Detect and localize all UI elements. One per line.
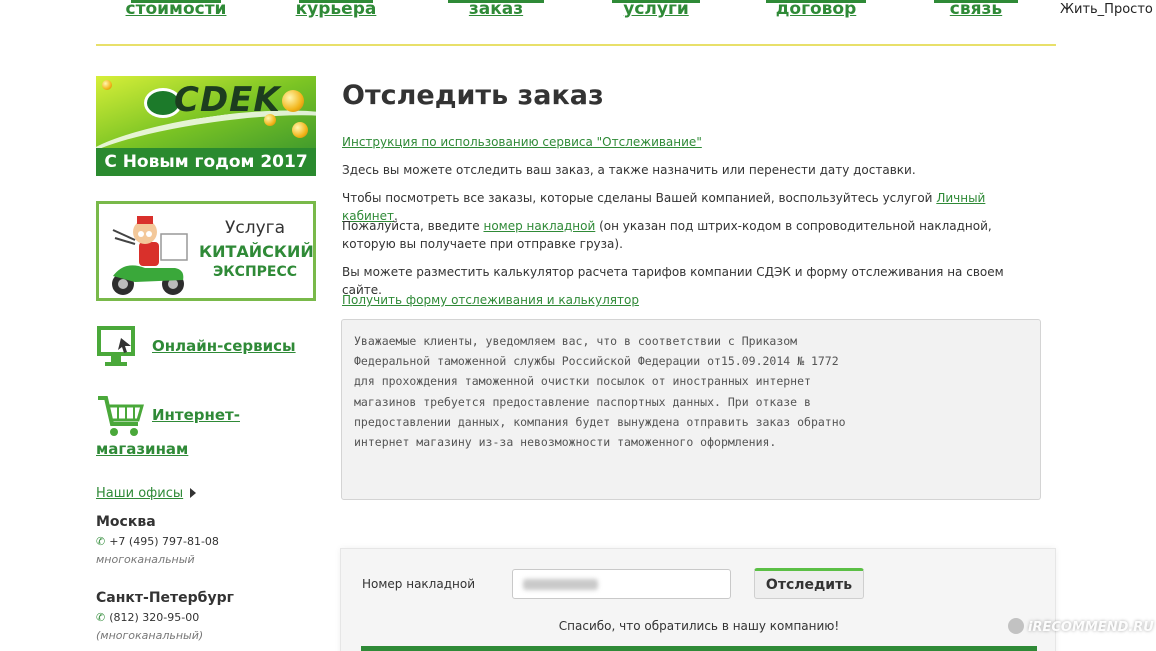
- waybill-number-input[interactable]: [512, 569, 731, 599]
- waybill-paragraph: Пожалуйста, введите номер накладной (он …: [342, 217, 1032, 253]
- new-year-banner[interactable]: CDEK С Новым годом 2017: [96, 76, 316, 176]
- online-shops-link-line1[interactable]: Интернет-: [152, 406, 240, 424]
- office-phone: ✆ (812) 320-95-00: [96, 611, 199, 624]
- our-offices-link[interactable]: Наши офисы: [96, 486, 183, 501]
- online-shops-link-text-1[interactable]: Интернет-: [152, 406, 240, 424]
- online-services-link[interactable]: Онлайн-сервисы: [152, 337, 296, 355]
- online-services-link-text[interactable]: Онлайн-сервисы: [152, 337, 296, 355]
- nav-item-order[interactable]: заказ: [448, 0, 544, 26]
- cdek-logo: CDEK: [174, 80, 281, 120]
- online-shops-link-line2[interactable]: магазинам: [96, 440, 188, 458]
- ornament-icon: [292, 122, 308, 138]
- top-navigation: стоимости курьера заказ услуги договор с…: [96, 0, 1056, 46]
- phone-icon: ✆: [96, 535, 106, 548]
- online-shops-link-text-2[interactable]: магазинам: [96, 440, 188, 458]
- office-phone: ✆ +7 (495) 797-81-08: [96, 535, 219, 548]
- irecommend-watermark-text: iRECOMMEND.RU: [1028, 620, 1154, 635]
- nav-item-services[interactable]: услуги: [612, 0, 700, 26]
- instruction-paragraph: Инструкция по использованию сервиса "Отс…: [342, 133, 1032, 151]
- express-line-1: Услуга: [225, 218, 285, 238]
- waybill-text: Пожалуйста, введите: [342, 219, 484, 233]
- footer-green-bar: [361, 646, 1037, 651]
- form-link-paragraph: Получить форму отслеживания и калькулято…: [342, 291, 1032, 309]
- irecommend-watermark: iRECOMMEND.RU: [1008, 618, 1154, 635]
- nav-item-contract[interactable]: договор: [762, 0, 870, 26]
- intro-paragraph: Здесь вы можете отследить ваш заказ, а т…: [342, 163, 916, 177]
- ornament-icon: [102, 80, 112, 90]
- blurred-input-value: [523, 579, 598, 590]
- banner-caption: С Новым годом 2017: [96, 148, 316, 176]
- nav-item-contact[interactable]: связь: [934, 0, 1018, 26]
- track-button[interactable]: Отследить: [754, 568, 864, 599]
- phone-icon: ✆: [96, 611, 106, 624]
- nav-link-cost[interactable]: стоимости: [124, 0, 228, 20]
- scooter-courier-icon: [112, 216, 188, 295]
- chinese-express-banner[interactable]: Услуга КИТАЙСКИЙ ЭКСПРЕСС: [96, 201, 316, 301]
- office-phone-number: +7 (495) 797-81-08: [109, 535, 219, 548]
- express-line-3: ЭКСПРЕСС: [212, 264, 298, 280]
- customs-notice-box: Уважаемые клиенты, уведомляем вас, что в…: [341, 319, 1041, 500]
- get-form-link[interactable]: Получить форму отслеживания и калькулято…: [342, 293, 639, 307]
- nav-item-cost[interactable]: стоимости: [124, 0, 228, 26]
- express-line-2: КИТАЙСКИЙ: [199, 242, 314, 261]
- thanks-message: Спасибо, что обратились в нашу компанию!: [558, 619, 840, 633]
- nav-link-courier[interactable]: курьера: [290, 0, 382, 20]
- tracking-form: Номер накладной Отследить Спасибо, что о…: [340, 548, 1056, 651]
- nav-item-courier[interactable]: курьера: [290, 0, 382, 26]
- office-phone-number: (812) 320-95-00: [109, 611, 200, 624]
- instruction-link[interactable]: Инструкция по использованию сервиса "Отс…: [342, 135, 702, 149]
- nav-link-order[interactable]: заказ: [460, 0, 532, 20]
- office-phone-note: многоканальный: [96, 553, 195, 566]
- nav-link-services[interactable]: услуги: [612, 0, 700, 20]
- waybill-number-link[interactable]: номер накладной: [483, 219, 595, 233]
- page-title: Отследить заказ: [342, 80, 604, 111]
- nav-link-contact[interactable]: связь: [934, 0, 1018, 20]
- office-city: Москва: [96, 514, 156, 530]
- arrow-right-icon[interactable]: [190, 488, 196, 498]
- monitor-icon: [97, 326, 135, 366]
- waybill-number-label: Номер накладной: [362, 577, 475, 591]
- watermark-username: Жить_Просто: [1060, 2, 1153, 17]
- cabinet-text: Чтобы посмотреть все заказы, которые сде…: [342, 191, 937, 205]
- office-phone-note: (многоканальный): [96, 629, 204, 642]
- office-city: Санкт-Петербург: [96, 590, 234, 606]
- nav-link-contract[interactable]: договор: [762, 0, 870, 20]
- ornament-icon: [282, 90, 304, 112]
- shopping-cart-icon: [98, 396, 144, 436]
- irecommend-logo-icon: [1008, 618, 1024, 634]
